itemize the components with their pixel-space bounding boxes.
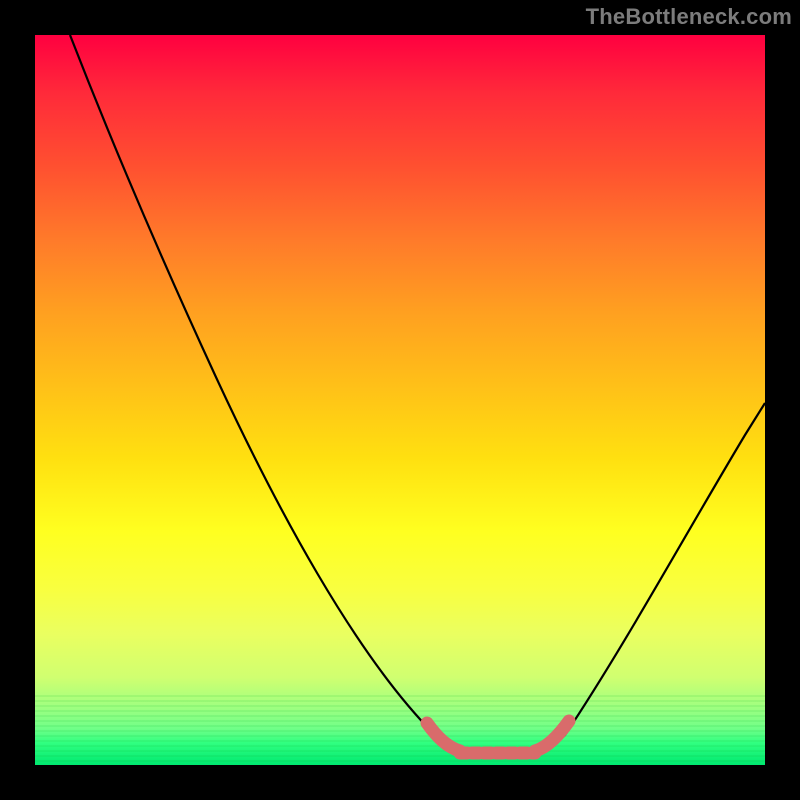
- plot-area: [35, 35, 765, 765]
- chart-canvas: TheBottleneck.com: [0, 0, 800, 800]
- curve-layer: [35, 35, 765, 765]
- trough-marker-left: [427, 723, 460, 751]
- bottleneck-curve: [70, 35, 765, 753]
- attribution-label: TheBottleneck.com: [586, 4, 792, 30]
- trough-marker-right: [535, 721, 569, 751]
